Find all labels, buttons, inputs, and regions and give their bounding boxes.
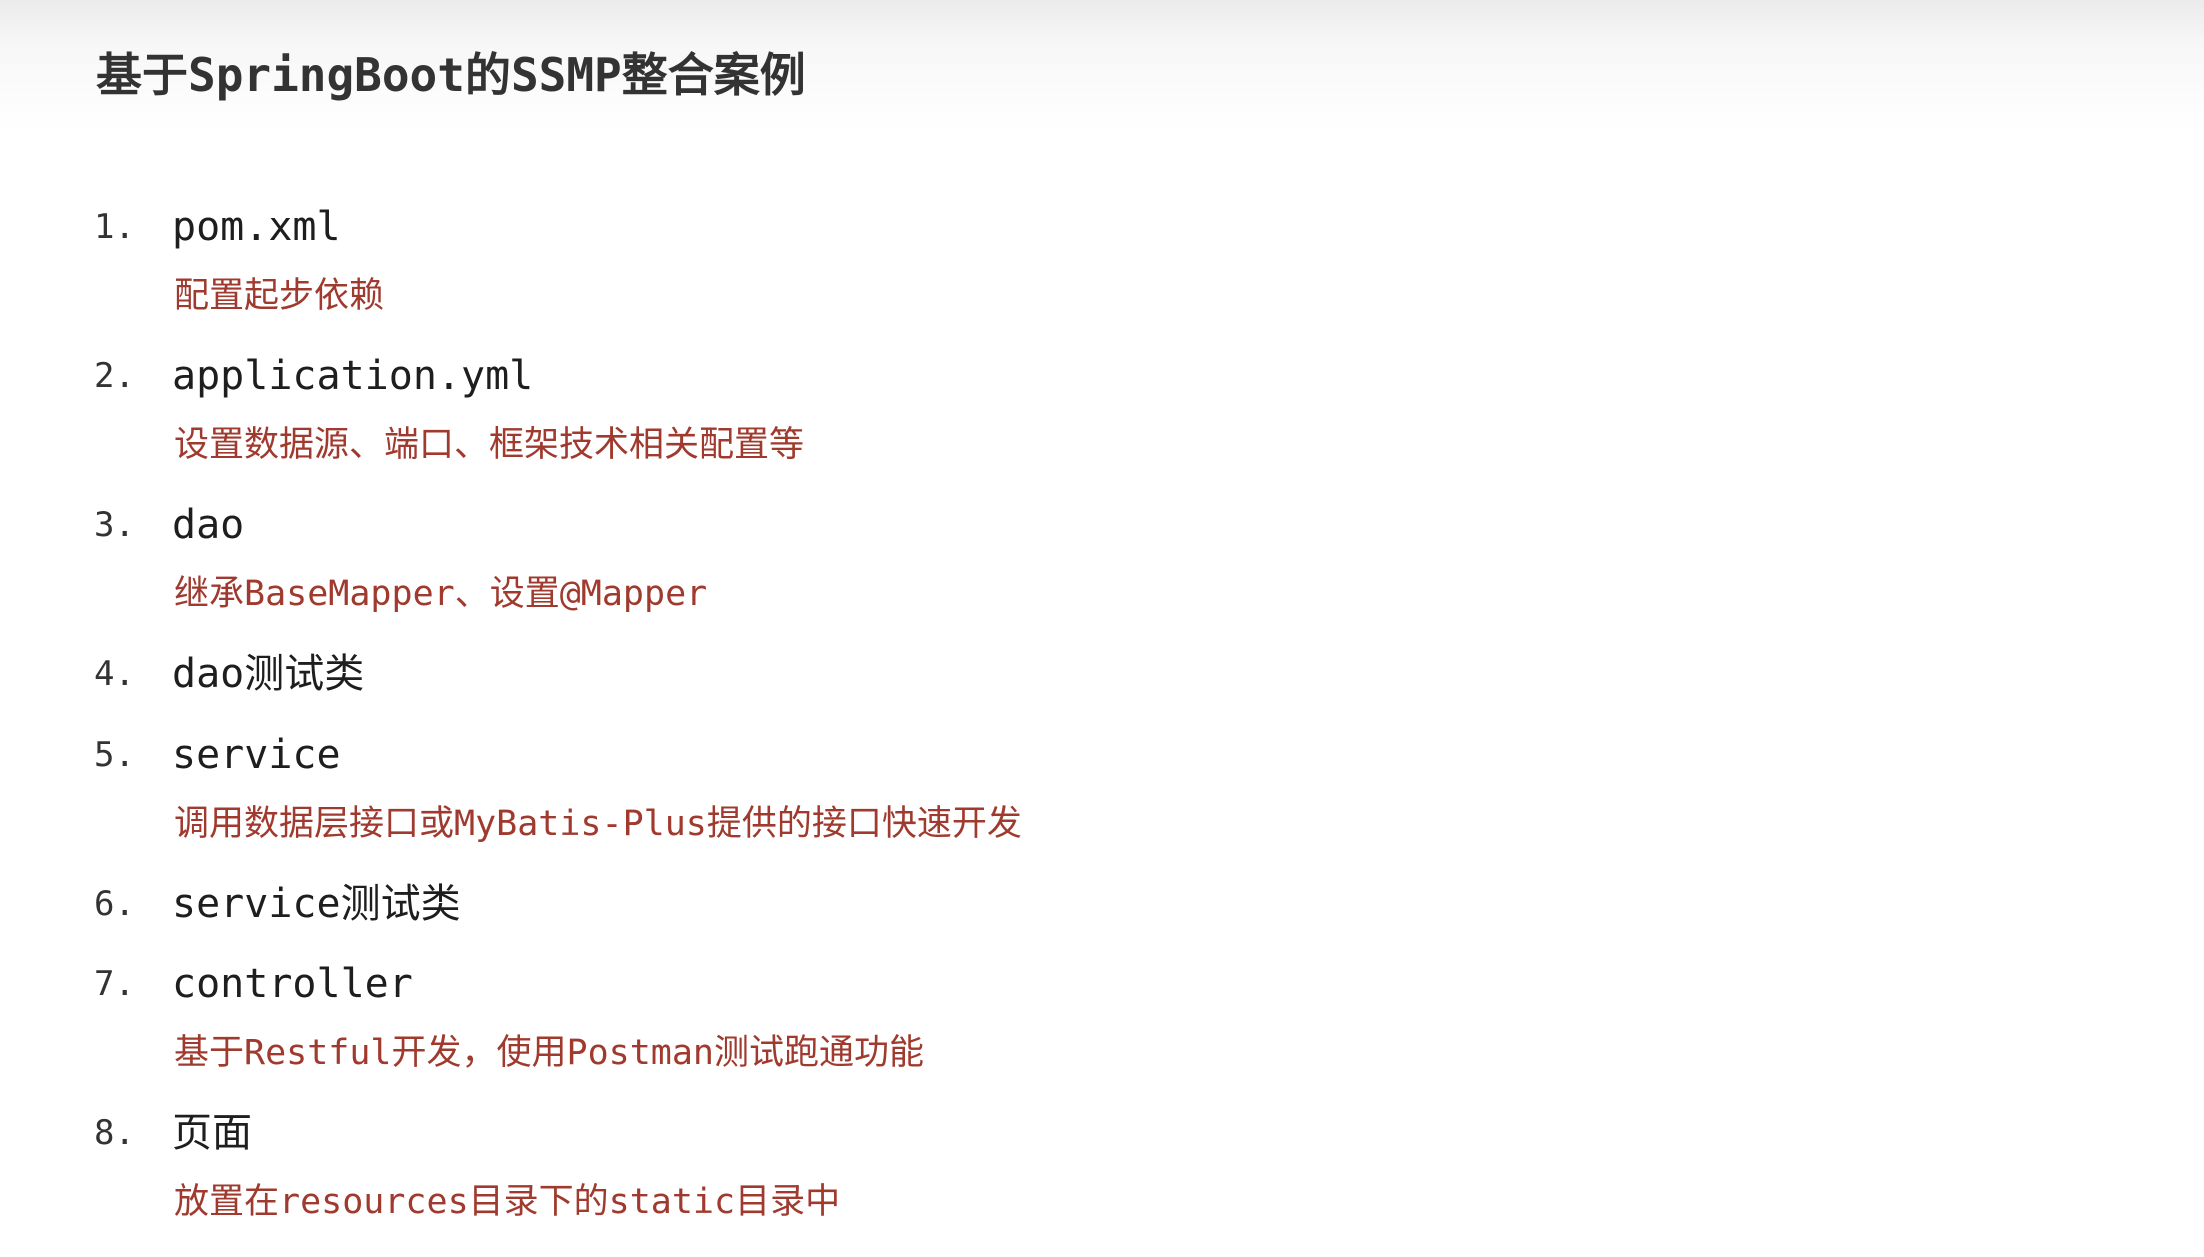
item-number: 7.: [94, 964, 135, 1004]
item-description: 继承BaseMapper、设置@Mapper: [174, 574, 708, 614]
item-label: pom.xml: [172, 204, 341, 250]
item-description: 放置在resources目录下的static目录中: [174, 1182, 841, 1222]
item-description: 调用数据层接口或MyBatis-Plus提供的接口快速开发: [174, 804, 1022, 844]
item-number: 1.: [94, 207, 135, 247]
item-number: 3.: [94, 505, 135, 545]
slide: 基于SpringBoot的SSMP整合案例 1. pom.xml 配置起步依赖 …: [0, 0, 2204, 1257]
item-label: dao: [172, 502, 245, 548]
item-label: controller: [172, 961, 413, 1007]
item-number: 4.: [94, 654, 135, 694]
item-description: 设置数据源、端口、框架技术相关配置等: [174, 425, 805, 465]
item-label: dao测试类: [172, 651, 365, 697]
item-number: 8.: [94, 1113, 135, 1153]
item-description: 配置起步依赖: [174, 276, 385, 316]
item-description: 基于Restful开发，使用Postman测试跑通功能: [174, 1033, 925, 1073]
item-label: service测试类: [172, 881, 461, 927]
item-label: service: [172, 732, 341, 778]
item-number: 6.: [94, 884, 135, 924]
item-number: 2.: [94, 356, 135, 396]
item-label: 页面: [172, 1110, 252, 1156]
item-number: 5.: [94, 735, 135, 775]
steps-list: 1. pom.xml 配置起步依赖 2. application.yml 设置数…: [0, 0, 2204, 1257]
item-label: application.yml: [172, 353, 534, 399]
